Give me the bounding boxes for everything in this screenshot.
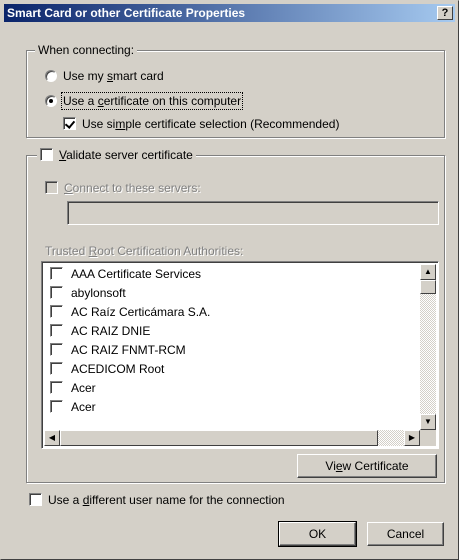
different-user-name-checkbox[interactable]: Use a different user name for the connec… xyxy=(29,493,285,507)
vertical-scrollbar[interactable]: ▲ ▼ xyxy=(420,264,436,430)
authority-check-icon[interactable] xyxy=(50,305,63,318)
radio-use-certificate[interactable]: Use a certificate on this computer xyxy=(45,92,244,110)
connect-servers-check-icon[interactable] xyxy=(45,181,58,194)
trusted-authorities-list[interactable]: AAA Certificate Services abylonsoft AC R… xyxy=(41,261,439,449)
validate-server-checkbox[interactable]: Validate server certificate xyxy=(37,148,196,162)
list-item[interactable]: abylonsoft xyxy=(50,284,126,302)
certificate-radio-label: Use a certificate on this computer xyxy=(60,92,244,110)
list-item[interactable]: AC Raíz Certicámara S.A. xyxy=(50,303,210,321)
when-connecting-title: When connecting: xyxy=(35,43,138,57)
list-item[interactable]: Acer xyxy=(50,379,96,397)
horizontal-scroll-thumb[interactable] xyxy=(60,430,378,446)
servers-input[interactable] xyxy=(67,201,439,225)
authority-check-icon[interactable] xyxy=(50,362,63,375)
validate-server-check-icon[interactable] xyxy=(40,148,53,161)
certificate-properties-dialog: Smart Card or other Certificate Properti… xyxy=(0,0,459,560)
ok-button[interactable]: OK xyxy=(278,521,357,547)
authority-check-icon[interactable] xyxy=(50,267,63,280)
right-arrow-icon[interactable]: ▶ xyxy=(404,430,420,446)
authority-check-icon[interactable] xyxy=(50,400,63,413)
cancel-button[interactable]: Cancel xyxy=(367,522,444,546)
simple-certificate-selection-checkbox[interactable]: Use simple certificate selection (Recomm… xyxy=(63,117,339,131)
authority-check-icon[interactable] xyxy=(50,381,63,394)
down-arrow-icon[interactable]: ▼ xyxy=(420,414,436,430)
authority-check-icon[interactable] xyxy=(50,286,63,299)
list-item[interactable]: ACEDICOM Root xyxy=(50,360,164,378)
smart-card-radio-icon[interactable] xyxy=(45,70,57,82)
authority-check-icon[interactable] xyxy=(50,324,63,337)
help-button[interactable]: ? xyxy=(437,6,453,20)
view-certificate-button[interactable]: View Certificate xyxy=(297,454,437,478)
authority-check-icon[interactable] xyxy=(50,343,63,356)
list-item[interactable]: AAA Certificate Services xyxy=(50,265,201,283)
left-arrow-icon[interactable]: ◀ xyxy=(44,430,60,446)
list-item[interactable]: Acer xyxy=(50,398,96,416)
horizontal-scrollbar[interactable]: ◀ ▶ xyxy=(44,430,420,446)
different-user-check-icon[interactable] xyxy=(29,493,42,506)
list-item[interactable]: AC RAIZ FNMT-RCM xyxy=(50,341,186,359)
trusted-root-label: Trusted Root Certification Authorities: xyxy=(45,244,244,258)
title-bar: Smart Card or other Certificate Properti… xyxy=(4,4,455,22)
window-title: Smart Card or other Certificate Properti… xyxy=(7,6,246,20)
connect-to-servers-checkbox[interactable]: Connect to these servers: xyxy=(45,181,201,195)
up-arrow-icon[interactable]: ▲ xyxy=(420,264,436,280)
radio-use-smart-card[interactable]: Use my smart card xyxy=(45,69,164,83)
vertical-scroll-thumb[interactable] xyxy=(420,280,436,294)
simple-selection-check-icon[interactable] xyxy=(63,117,76,130)
list-item[interactable]: AC RAIZ DNIE xyxy=(50,322,150,340)
scroll-corner xyxy=(420,430,436,446)
certificate-radio-icon[interactable] xyxy=(45,95,57,107)
